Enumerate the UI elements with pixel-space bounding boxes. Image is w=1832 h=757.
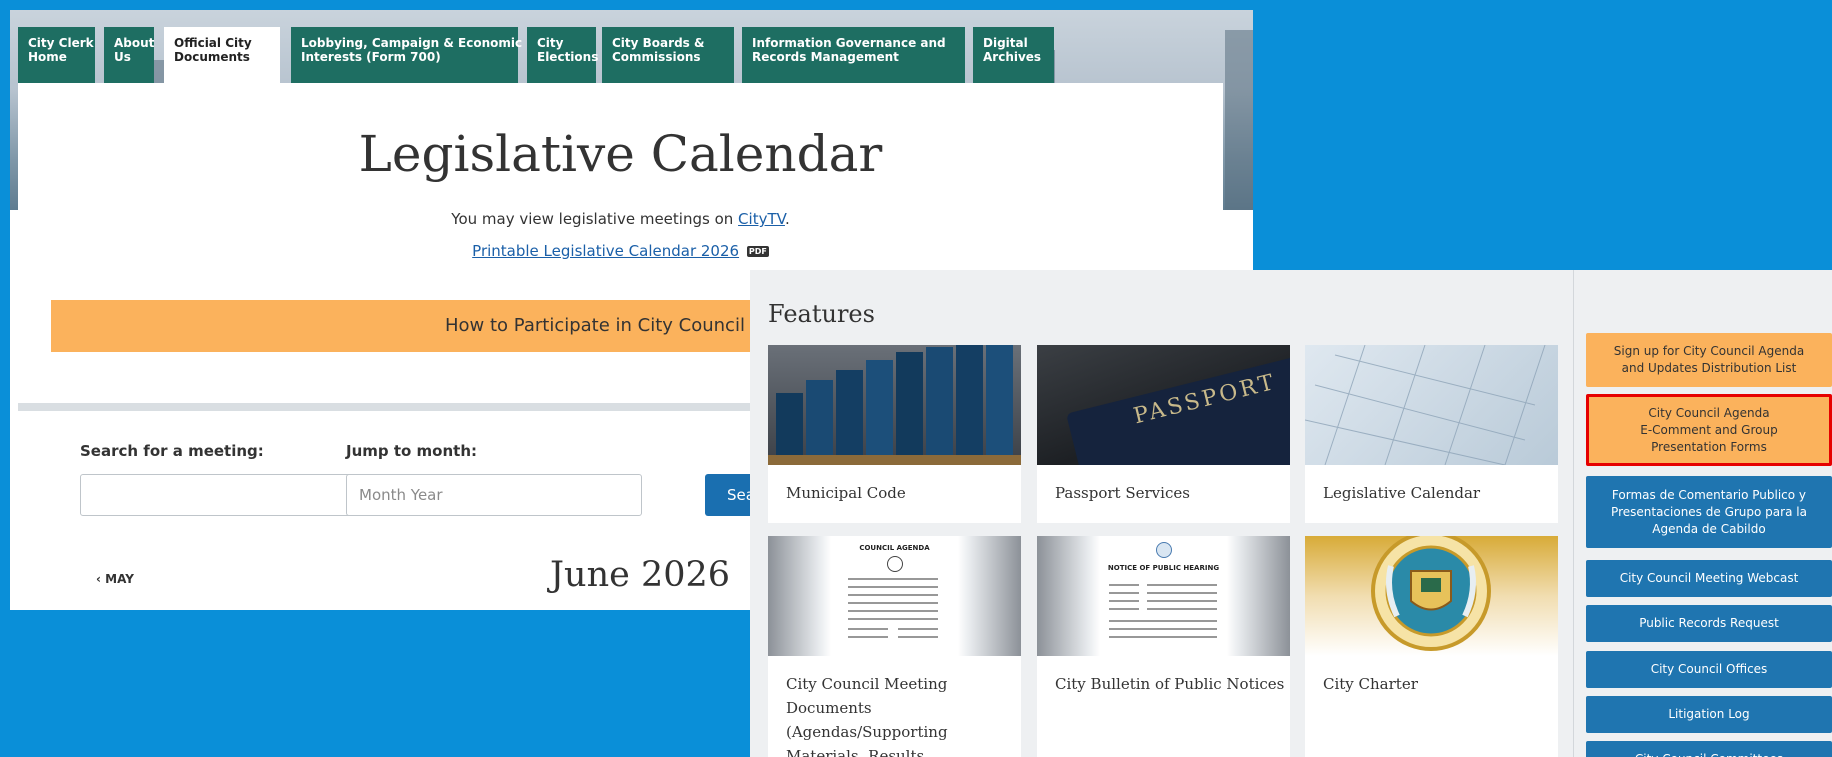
feature-card-municipal-code[interactable]: Municipal Code [768, 345, 1021, 523]
meeting-webcast-button[interactable]: City Council Meeting Webcast [1586, 560, 1832, 597]
agenda-doc-title: COUNCIL AGENDA [859, 544, 930, 552]
search-label: Search for a meeting: [80, 442, 264, 460]
tab-boards-commissions[interactable]: City Boards & Commissions [602, 27, 734, 83]
view-meetings-period: . [784, 210, 790, 228]
view-meetings-label: You may view legislative meetings on [451, 210, 734, 228]
card-caption: City Council Meeting Documents (Agendas/… [786, 675, 948, 757]
ecomment-forms-button[interactable]: City Council Agenda E-Comment and Group … [1586, 394, 1832, 466]
sidebar-divider [1573, 270, 1574, 757]
tab-official-city-documents[interactable]: Official City Documents [164, 27, 280, 83]
feature-card-council-documents[interactable]: COUNCIL AGENDA City Council Meeting Docu… [768, 536, 1021, 757]
tab-lobbying-campaign[interactable]: Lobbying, Campaign & Economic Interests … [291, 27, 522, 83]
litigation-log-button[interactable]: Litigation Log [1586, 696, 1832, 733]
passport-image: PASSPORT [1037, 345, 1290, 465]
feature-card-bulletin[interactable]: NOTICE OF PUBLIC HEARING City Bulletin o… [1037, 536, 1290, 757]
printable-calendar: Printable Legislative Calendar 2026 PDF [18, 242, 1223, 260]
council-committees-button[interactable]: City Council Committees [1586, 741, 1832, 757]
page-title: Legislative Calendar [358, 125, 883, 183]
tab-information-governance[interactable]: Information Governance and Records Manag… [742, 27, 965, 83]
municipal-code-image [768, 345, 1021, 465]
month-year-input[interactable] [346, 474, 642, 516]
card-caption: Passport Services [1055, 484, 1190, 502]
city-seal-image [1305, 536, 1558, 656]
calendar-image [1305, 345, 1558, 465]
current-month: June 2026 [550, 555, 731, 595]
view-meetings-text: You may view legislative meetings on Cit… [18, 210, 1223, 228]
public-notice-image: NOTICE OF PUBLIC HEARING [1037, 536, 1290, 656]
features-heading: Features [768, 300, 875, 328]
card-caption: City Charter [1323, 675, 1418, 693]
tab-digital-archives[interactable]: Digital Archives [973, 27, 1054, 83]
features-window: Features Municipal Code PASSPORT Passpor… [750, 270, 1832, 757]
signup-distribution-button[interactable]: Sign up for City Council Agenda and Upda… [1586, 333, 1832, 387]
card-caption: Municipal Code [786, 484, 906, 502]
council-offices-button[interactable]: City Council Offices [1586, 651, 1832, 688]
feature-card-legislative-calendar[interactable]: Legislative Calendar [1305, 345, 1558, 523]
tab-about-us[interactable]: About Us [104, 27, 154, 83]
jump-label: Jump to month: [346, 442, 478, 460]
card-caption: Legislative Calendar [1323, 484, 1481, 502]
pdf-icon: PDF [746, 246, 769, 257]
tab-city-clerk-home[interactable]: City Clerk Home [18, 27, 95, 83]
notice-doc-title: NOTICE OF PUBLIC HEARING [1107, 564, 1220, 572]
public-records-button[interactable]: Public Records Request [1586, 605, 1832, 642]
feature-card-city-charter[interactable]: City Charter [1305, 536, 1558, 757]
feature-card-passport[interactable]: PASSPORT Passport Services [1037, 345, 1290, 523]
citytv-link[interactable]: CityTV [738, 210, 785, 228]
card-caption: City Bulletin of Public Notices [1055, 675, 1285, 693]
council-agenda-image: COUNCIL AGENDA [768, 536, 1021, 656]
prev-month-link[interactable]: ‹ MAY [96, 572, 134, 586]
formas-comentario-button[interactable]: Formas de Comentario Publico y Presentac… [1586, 476, 1832, 548]
search-input[interactable] [80, 474, 376, 516]
tab-city-elections[interactable]: City Elections [527, 27, 598, 83]
printable-calendar-link[interactable]: Printable Legislative Calendar 2026 [472, 242, 739, 260]
